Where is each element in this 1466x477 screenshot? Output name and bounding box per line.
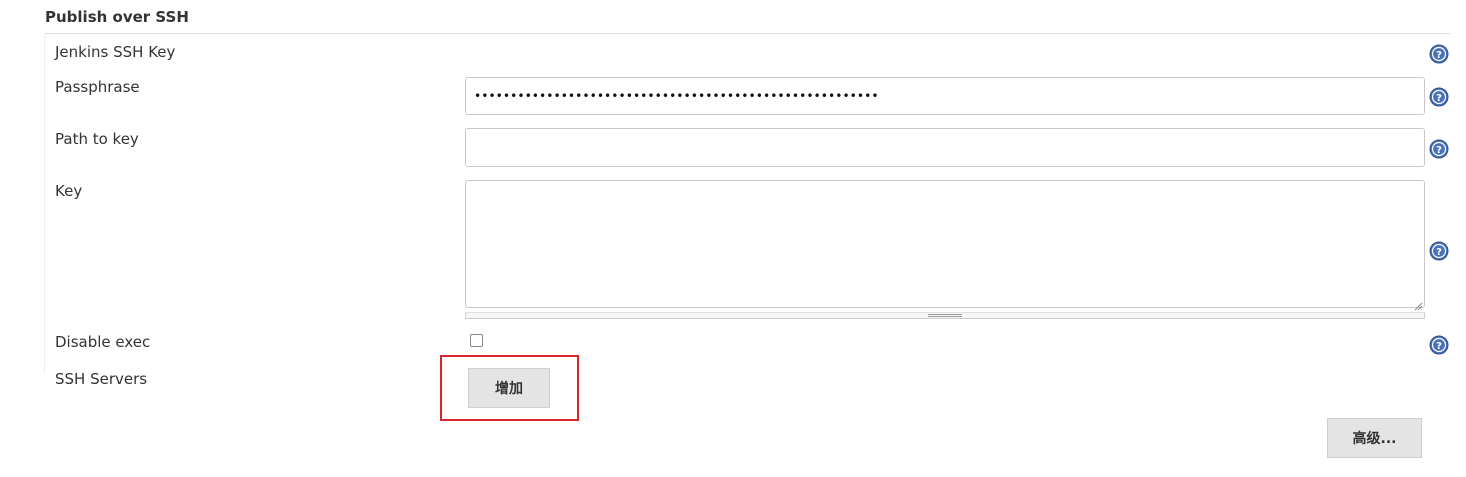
highlight-box [440, 355, 579, 421]
path-to-key-label: Path to key [55, 130, 139, 148]
ssh-servers-label: SSH Servers [55, 370, 148, 388]
section-left-border [44, 34, 45, 374]
svg-text:?: ? [1436, 145, 1442, 156]
section-divider [45, 33, 1450, 34]
passphrase-field[interactable] [465, 77, 1425, 115]
path-to-key-field[interactable] [465, 128, 1425, 167]
svg-text:?: ? [1436, 50, 1442, 61]
help-icon[interactable]: ? [1429, 139, 1449, 159]
section-title: Publish over SSH [45, 8, 189, 26]
help-icon[interactable]: ? [1429, 87, 1449, 107]
advanced-button[interactable]: 高级... [1327, 418, 1422, 458]
svg-text:?: ? [1436, 93, 1442, 104]
help-icon[interactable]: ? [1429, 335, 1449, 355]
disable-exec-label: Disable exec [55, 333, 151, 351]
textarea-resize-grip[interactable] [1414, 297, 1423, 311]
jenkins-ssh-key-label: Jenkins SSH Key [55, 43, 176, 61]
key-textarea[interactable] [465, 180, 1425, 308]
svg-text:?: ? [1436, 341, 1442, 352]
passphrase-label: Passphrase [55, 78, 140, 96]
key-label: Key [55, 182, 83, 200]
disable-exec-checkbox[interactable] [470, 334, 483, 347]
help-icon[interactable]: ? [1429, 44, 1449, 64]
textarea-expand-grip-icon [928, 314, 962, 317]
help-icon[interactable]: ? [1429, 241, 1449, 261]
svg-text:?: ? [1436, 247, 1442, 258]
